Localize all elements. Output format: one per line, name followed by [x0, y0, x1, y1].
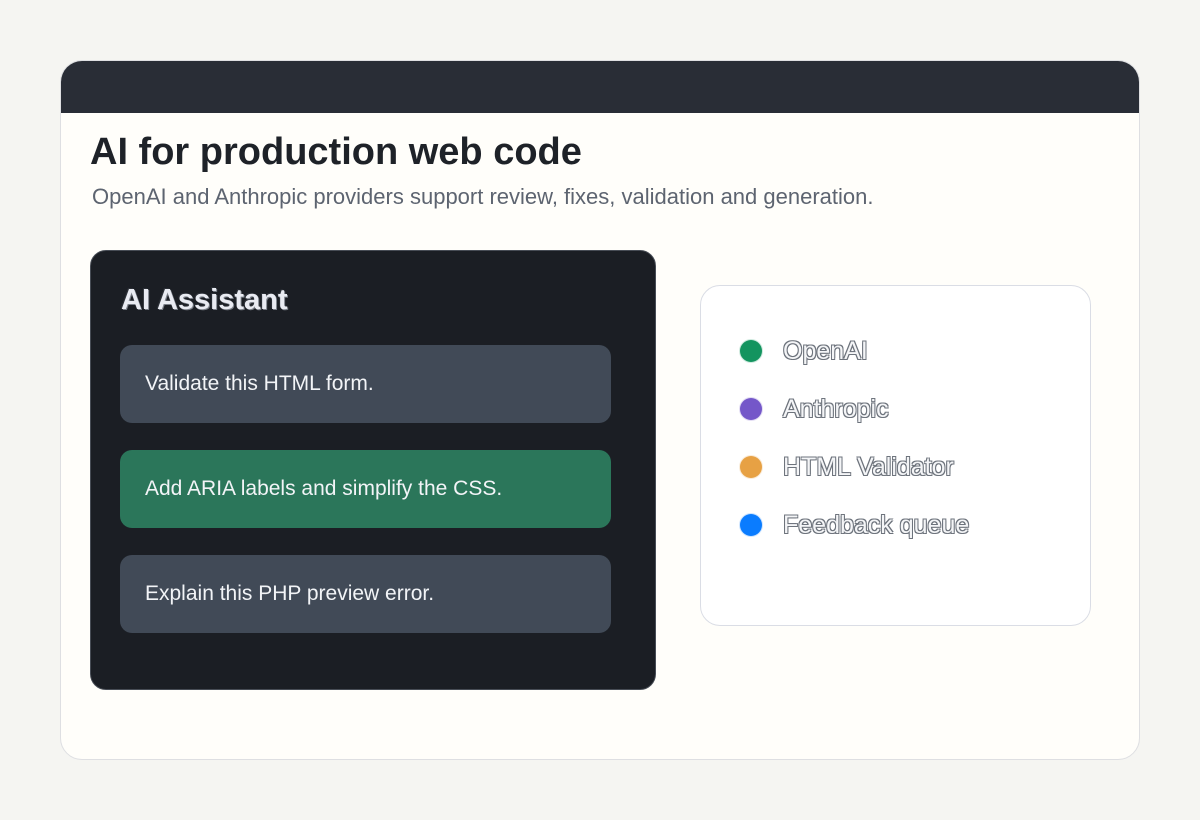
anthropic-status-dot-icon	[739, 397, 763, 421]
openai-status-dot-icon	[739, 339, 763, 363]
window-titlebar	[61, 61, 1139, 113]
html-validator-status-dot-icon	[739, 455, 763, 479]
app-window: AI for production web code OpenAI and An…	[60, 60, 1140, 760]
provider-item-openai: OpenAI	[739, 336, 868, 366]
prompt-validate-html-form[interactable]: Validate this HTML form.	[120, 345, 611, 423]
provider-label: OpenAI	[783, 336, 868, 365]
provider-label: HTML Validator	[783, 452, 954, 481]
provider-label: Feedback queue	[783, 510, 970, 539]
provider-item-feedback-queue: Feedback queue	[739, 510, 969, 540]
provider-item-html-validator: HTML Validator	[739, 452, 954, 482]
feedback-queue-status-dot-icon	[739, 513, 763, 537]
page-subtitle: OpenAI and Anthropic providers support r…	[92, 184, 874, 209]
page-title: AI for production web code	[90, 131, 582, 173]
prompt-label: Validate this HTML form.	[145, 372, 374, 395]
provider-item-anthropic: Anthropic	[739, 394, 889, 424]
provider-label: Anthropic	[783, 394, 889, 423]
prompt-add-aria-labels[interactable]: Add ARIA labels and simplify the CSS.	[120, 450, 611, 528]
providers-card: OpenAI Anthropic HTML Validator Feedback…	[700, 285, 1091, 626]
ai-assistant-panel: AI Assistant Validate this HTML form. Ad…	[90, 250, 656, 690]
prompt-label: Add ARIA labels and simplify the CSS.	[145, 477, 503, 500]
assistant-title: AI Assistant	[121, 284, 288, 316]
prompt-explain-php-error[interactable]: Explain this PHP preview error.	[120, 555, 611, 633]
prompt-label: Explain this PHP preview error.	[145, 582, 435, 605]
